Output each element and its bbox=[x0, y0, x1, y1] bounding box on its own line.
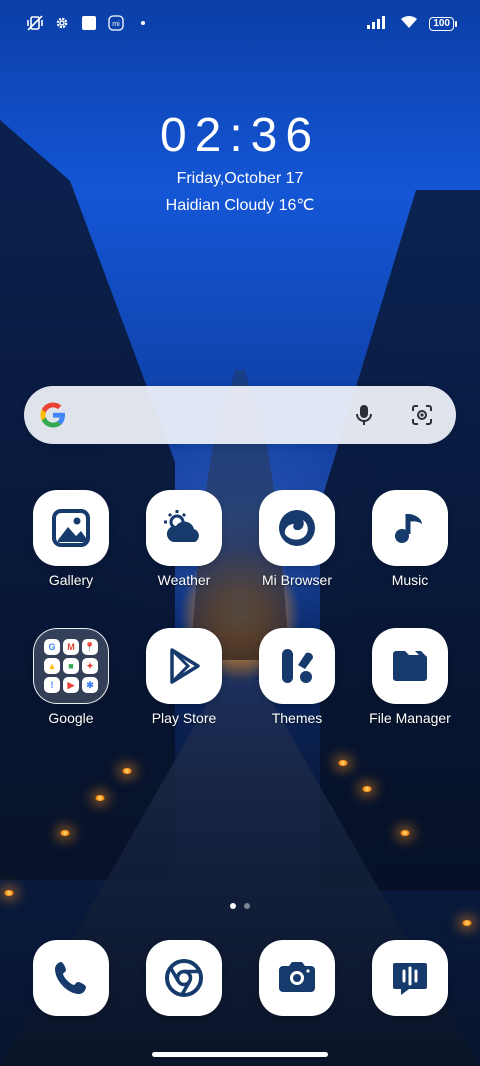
app-label: Google bbox=[48, 710, 94, 726]
app-mi-browser[interactable]: Mi Browser bbox=[251, 490, 343, 588]
square-notification-icon bbox=[80, 14, 98, 32]
phone-icon bbox=[33, 940, 109, 1016]
dock-phone[interactable] bbox=[25, 940, 117, 1016]
mic-icon[interactable] bbox=[352, 403, 376, 427]
app-label: Music bbox=[391, 572, 429, 588]
app-themes[interactable]: Themes bbox=[251, 628, 343, 726]
mini-maps-icon: 📍 bbox=[82, 639, 98, 655]
mini-drive-icon: ▲ bbox=[44, 658, 60, 674]
page-dot-active bbox=[230, 903, 236, 909]
home-gesture-bar[interactable] bbox=[152, 1052, 328, 1057]
app-label: File Manager bbox=[369, 710, 451, 726]
wallpaper-lamp bbox=[60, 830, 70, 836]
settings-gear-icon bbox=[53, 14, 71, 32]
wallpaper-lamp bbox=[95, 795, 105, 801]
camera-icon bbox=[259, 940, 335, 1016]
mini-youtube-icon: ▶ bbox=[63, 677, 79, 693]
folder-icon: G M 📍 ▲ ■ ✦ ! ▶ ✱ bbox=[33, 628, 109, 704]
mini-photos-icon: ✦ bbox=[82, 658, 98, 674]
page-indicator[interactable] bbox=[0, 903, 480, 909]
vibrate-off-icon bbox=[26, 14, 44, 32]
mini-gemini-icon: ✱ bbox=[82, 677, 98, 693]
app-gallery[interactable]: Gallery bbox=[25, 490, 117, 588]
mini-google-icon: G bbox=[44, 639, 60, 655]
app-label: Gallery bbox=[48, 572, 94, 588]
mini-gmail-icon: M bbox=[63, 639, 79, 655]
battery-icon: 100 bbox=[429, 17, 457, 31]
wallpaper-lamp bbox=[338, 760, 348, 766]
messages-icon bbox=[372, 940, 448, 1016]
signal-icon bbox=[367, 15, 389, 34]
weather-icon bbox=[146, 490, 222, 566]
app-label: Mi Browser bbox=[261, 572, 332, 588]
wallpaper-lamp bbox=[462, 920, 472, 926]
wallpaper-lamp bbox=[362, 786, 372, 792]
wifi-icon bbox=[399, 14, 419, 34]
app-weather[interactable]: Weather bbox=[138, 490, 230, 588]
wallpaper-lamp bbox=[122, 768, 132, 774]
wallpaper-lamp bbox=[400, 830, 410, 836]
app-label: Play Store bbox=[151, 710, 217, 726]
music-icon bbox=[372, 490, 448, 566]
google-search-bar[interactable] bbox=[24, 386, 456, 444]
app-folder-google[interactable]: G M 📍 ▲ ■ ✦ ! ▶ ✱ Google bbox=[25, 628, 117, 726]
app-label: Weather bbox=[157, 572, 211, 588]
gallery-icon bbox=[33, 490, 109, 566]
battery-level: 100 bbox=[433, 18, 450, 29]
google-g-icon bbox=[40, 402, 65, 428]
app-play-store[interactable]: Play Store bbox=[138, 628, 230, 726]
chrome-icon bbox=[146, 940, 222, 1016]
file-manager-icon bbox=[372, 628, 448, 704]
svg-text:mi: mi bbox=[112, 21, 120, 28]
app-file-manager[interactable]: File Manager bbox=[364, 628, 456, 726]
themes-icon bbox=[259, 628, 335, 704]
dock-camera[interactable] bbox=[251, 940, 343, 1016]
play-store-icon bbox=[146, 628, 222, 704]
dot-icon bbox=[134, 14, 152, 32]
status-bar: mi 100 bbox=[0, 0, 480, 46]
mini-meet-icon: ■ bbox=[63, 658, 79, 674]
wallpaper-lamp bbox=[4, 890, 14, 896]
dock-chrome[interactable] bbox=[138, 940, 230, 1016]
app-music[interactable]: Music bbox=[364, 490, 456, 588]
clock-time[interactable]: 02:36 bbox=[0, 108, 480, 163]
dock-messages[interactable] bbox=[364, 940, 456, 1016]
mi-icon: mi bbox=[107, 14, 125, 32]
page-dot bbox=[244, 903, 250, 909]
mini-assistant-icon: ! bbox=[44, 677, 60, 693]
browser-icon bbox=[259, 490, 335, 566]
app-label: Themes bbox=[271, 710, 323, 726]
weather-summary[interactable]: Haidian Cloudy 16℃ bbox=[0, 195, 480, 215]
clock-date[interactable]: Friday,October 17 bbox=[0, 170, 480, 188]
lens-icon[interactable] bbox=[410, 403, 434, 427]
